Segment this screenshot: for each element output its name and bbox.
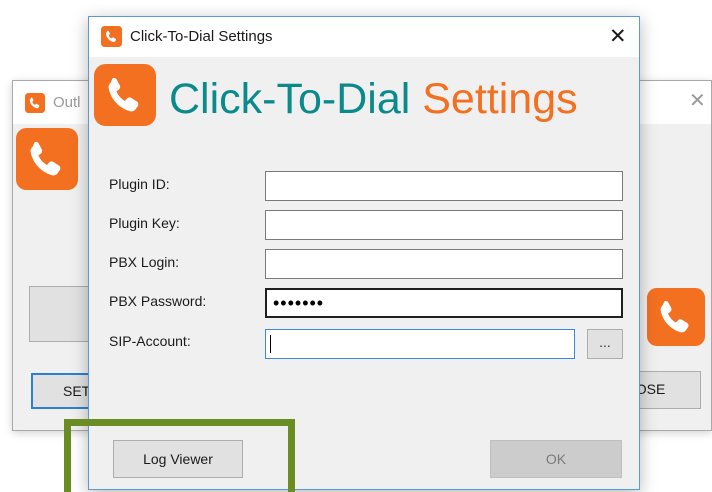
header-title-secondary: Settings	[422, 75, 578, 123]
sip-account-input[interactable]	[265, 329, 575, 359]
pbx-login-input[interactable]	[265, 249, 623, 279]
phone-app-icon	[25, 93, 45, 113]
plugin-id-label: Plugin ID:	[109, 176, 170, 192]
dialog-titlebar: Click-To-Dial Settings ✕	[89, 17, 639, 57]
close-icon[interactable]: ✕	[689, 91, 706, 111]
pbx-password-label: PBX Password:	[109, 293, 207, 309]
settings-dialog: Click-To-Dial Settings ✕ Click-To-Dial S…	[88, 16, 640, 490]
log-viewer-button[interactable]: Log Viewer	[113, 440, 243, 478]
plugin-key-input[interactable]	[265, 210, 623, 240]
sip-account-label: SIP-Account:	[109, 333, 191, 349]
background-window-title: Outl	[53, 94, 81, 111]
browse-sip-account-button[interactable]: ...	[587, 329, 623, 359]
phone-logo-icon	[16, 128, 78, 190]
plugin-key-label: Plugin Key:	[109, 215, 180, 231]
phone-logo-icon	[647, 288, 705, 346]
pbx-password-input[interactable]	[265, 288, 623, 318]
phone-logo-icon	[94, 64, 156, 126]
header-title-primary: Click-To-Dial	[169, 75, 411, 123]
screen: Outl ✕ SETT LOSE Click-To-Dial Settings …	[0, 0, 712, 492]
pbx-login-label: PBX Login:	[109, 254, 180, 270]
text-caret	[270, 335, 271, 353]
close-icon[interactable]: ✕	[609, 26, 627, 47]
dialog-header-title: Click-To-Dial Settings	[169, 74, 578, 124]
phone-app-icon	[101, 26, 122, 47]
dialog-title: Click-To-Dial Settings	[130, 28, 273, 45]
ok-button[interactable]: OK	[490, 440, 622, 478]
plugin-id-input[interactable]	[265, 171, 623, 201]
